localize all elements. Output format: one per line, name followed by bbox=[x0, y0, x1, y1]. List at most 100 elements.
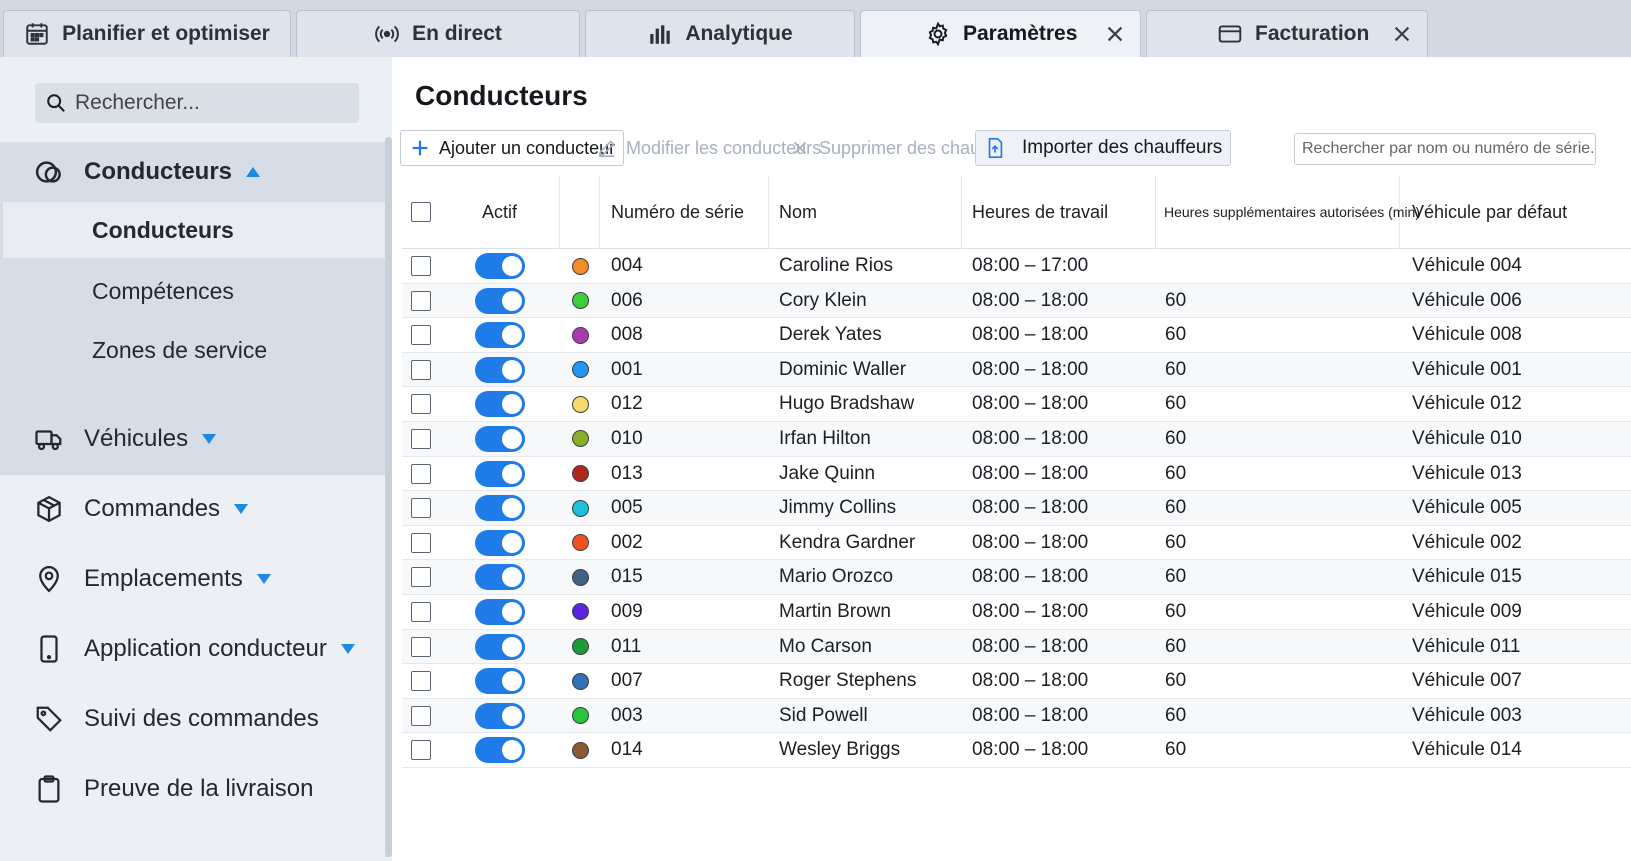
sidebar-item-preuve[interactable]: Preuve de la livraison bbox=[0, 764, 385, 814]
sidebar-subitem-conducteurs[interactable]: Conducteurs bbox=[3, 202, 385, 258]
active-toggle[interactable] bbox=[475, 460, 525, 487]
row-checkbox[interactable] bbox=[411, 532, 431, 553]
row-checkbox[interactable] bbox=[411, 428, 431, 449]
color-cell bbox=[560, 318, 600, 352]
row-checkbox-cell bbox=[402, 699, 440, 733]
active-toggle[interactable] bbox=[475, 391, 525, 418]
tab-parametres[interactable]: Paramètres bbox=[860, 10, 1141, 57]
color-cell bbox=[560, 353, 600, 387]
row-checkbox[interactable] bbox=[411, 290, 431, 311]
sidebar-item-commandes[interactable]: Commandes bbox=[0, 484, 385, 534]
serial-cell: 001 bbox=[611, 358, 643, 380]
tab-analytique[interactable]: Analytique bbox=[585, 10, 855, 57]
hours-cell: 08:00 – 18:00 bbox=[972, 566, 1089, 588]
sidebar-search-input[interactable] bbox=[75, 91, 345, 115]
active-toggle[interactable] bbox=[475, 287, 525, 314]
close-icon[interactable] bbox=[1104, 23, 1126, 45]
hours-cell: 08:00 – 18:00 bbox=[972, 462, 1089, 484]
vehicle-cell: Véhicule 005 bbox=[1412, 497, 1522, 519]
column-numero-serie[interactable]: Numéro de série bbox=[600, 175, 769, 249]
table-row[interactable]: 001 Dominic Waller 08:00 – 18:00 60 Véhicule… bbox=[402, 352, 1631, 388]
overtime-cell: 60 bbox=[1165, 635, 1187, 657]
tab-en-direct[interactable]: En direct bbox=[296, 10, 580, 57]
import-drivers-button[interactable]: Importer des chauffeurs bbox=[975, 130, 1232, 166]
overtime-cell: 60 bbox=[1165, 462, 1187, 484]
active-toggle[interactable] bbox=[475, 702, 525, 729]
serial-cell: 007 bbox=[611, 670, 643, 692]
close-icon[interactable] bbox=[1391, 23, 1413, 45]
row-checkbox[interactable] bbox=[411, 325, 431, 346]
row-checkbox[interactable] bbox=[411, 671, 431, 692]
row-checkbox[interactable] bbox=[411, 498, 431, 519]
sidebar-subitem-competences[interactable]: Compétences bbox=[3, 263, 385, 319]
sidebar-item-suivi[interactable]: Suivi des commandes bbox=[0, 694, 385, 744]
row-checkbox-cell bbox=[402, 595, 440, 629]
name-cell: Martin Brown bbox=[779, 600, 891, 622]
active-toggle[interactable] bbox=[475, 529, 525, 556]
box-icon bbox=[37, 495, 61, 523]
row-checkbox[interactable] bbox=[411, 394, 431, 415]
active-toggle[interactable] bbox=[475, 322, 525, 349]
table-row[interactable]: 008 Derek Yates 08:00 – 18:00 60 Véhicule 00… bbox=[402, 318, 1631, 353]
table-row[interactable]: 006 Cory Klein 08:00 – 18:00 60 Véhicule 006 bbox=[402, 283, 1631, 319]
table-row[interactable]: 014 Wesley Briggs 08:00 – 18:00 60 Véhicule … bbox=[402, 733, 1631, 768]
vehicle-cell: Véhicule 015 bbox=[1412, 566, 1522, 588]
sidebar-search[interactable] bbox=[35, 83, 359, 123]
table-row[interactable]: 010 Irfan Hilton 08:00 – 18:00 60 Véhicule 0… bbox=[402, 421, 1631, 457]
serial-cell: 014 bbox=[611, 739, 643, 761]
table-row[interactable]: 009 Martin Brown 08:00 – 18:00 60 Véhicule 0… bbox=[402, 595, 1631, 630]
row-checkbox[interactable] bbox=[411, 705, 431, 726]
active-toggle[interactable] bbox=[475, 356, 525, 383]
table-row[interactable]: 004 Caroline Rios 08:00 – 17:00 Véhicule 00… bbox=[402, 249, 1631, 284]
driver-search-input[interactable] bbox=[1294, 133, 1596, 165]
row-checkbox[interactable] bbox=[411, 601, 431, 622]
active-toggle[interactable] bbox=[475, 253, 525, 279]
vehicle-cell: Véhicule 010 bbox=[1412, 427, 1522, 449]
column-nom[interactable]: Nom bbox=[769, 175, 962, 249]
sidebar-item-vehicules[interactable]: Véhicules bbox=[0, 414, 385, 464]
serial-cell: 012 bbox=[611, 393, 643, 415]
sidebar-item-emplacements[interactable]: Emplacements bbox=[0, 554, 385, 604]
driver-color-dot bbox=[571, 534, 589, 552]
sidebar-scrollbar[interactable] bbox=[385, 137, 392, 857]
hours-cell: 08:00 – 18:00 bbox=[972, 635, 1089, 657]
table-row[interactable]: 012 Hugo Bradshaw 08:00 – 18:00 60 Véhicule … bbox=[402, 387, 1631, 422]
row-checkbox[interactable] bbox=[411, 740, 431, 761]
active-toggle[interactable] bbox=[475, 737, 525, 764]
sidebar-item-conducteurs[interactable]: Conducteurs bbox=[0, 147, 385, 197]
table-row[interactable]: 015 Mario Orozco 08:00 – 18:00 60 Véhicule 0… bbox=[402, 560, 1631, 595]
row-checkbox[interactable] bbox=[411, 567, 431, 588]
active-toggle[interactable] bbox=[475, 425, 525, 452]
active-toggle[interactable] bbox=[475, 564, 525, 591]
vehicle-cell: Véhicule 008 bbox=[1412, 324, 1522, 346]
row-checkbox[interactable] bbox=[411, 463, 431, 484]
serial-cell: 002 bbox=[611, 531, 643, 553]
row-checkbox[interactable] bbox=[411, 636, 431, 657]
active-toggle[interactable] bbox=[475, 633, 525, 660]
row-checkbox-cell bbox=[402, 664, 440, 698]
tab-facturation[interactable]: Facturation bbox=[1146, 10, 1428, 57]
column-heures-travail[interactable]: Heures de travail bbox=[962, 175, 1156, 249]
sidebar-item-application[interactable]: Application conducteur bbox=[0, 624, 385, 674]
table-row[interactable]: 002 Kendra Gardner 08:00 – 18:00 60 Véhicule… bbox=[402, 526, 1631, 561]
tab-planifier[interactable]: Planifier et optimiser bbox=[3, 10, 291, 57]
active-toggle[interactable] bbox=[475, 598, 525, 625]
table-row[interactable]: 011 Mo Carson 08:00 – 18:00 60 Véhicule 011 bbox=[402, 629, 1631, 665]
table-row[interactable]: 005 Jimmy Collins 08:00 – 18:00 60 Véhicule … bbox=[402, 491, 1631, 526]
row-checkbox[interactable] bbox=[411, 256, 431, 276]
table-row[interactable]: 007 Roger Stephens 08:00 – 18:00 60 Véhicule… bbox=[402, 664, 1631, 699]
active-toggle[interactable] bbox=[475, 495, 525, 522]
sidebar-subitem-zones[interactable]: Zones de service bbox=[3, 322, 385, 378]
active-toggle[interactable] bbox=[475, 668, 525, 695]
column-heures-sup[interactable]: Heures supplémentaires autorisées (min) bbox=[1156, 175, 1420, 249]
active-cell bbox=[440, 422, 560, 456]
toolbar: Ajouter un conducteur Modifier les condu… bbox=[400, 130, 1625, 166]
select-all-checkbox[interactable] bbox=[411, 202, 431, 222]
row-checkbox[interactable] bbox=[411, 359, 431, 380]
name-cell: Mo Carson bbox=[779, 635, 872, 657]
table-row[interactable]: 003 Sid Powell 08:00 – 18:00 60 Véhicule 003 bbox=[402, 698, 1631, 734]
column-vehicule-defaut[interactable]: Véhicule par défaut bbox=[1400, 175, 1631, 249]
column-actif[interactable]: Actif bbox=[440, 175, 560, 249]
table-row[interactable]: 013 Jake Quinn 08:00 – 18:00 60 Véhicule 013 bbox=[402, 457, 1631, 492]
name-cell: Dominic Waller bbox=[779, 358, 907, 380]
